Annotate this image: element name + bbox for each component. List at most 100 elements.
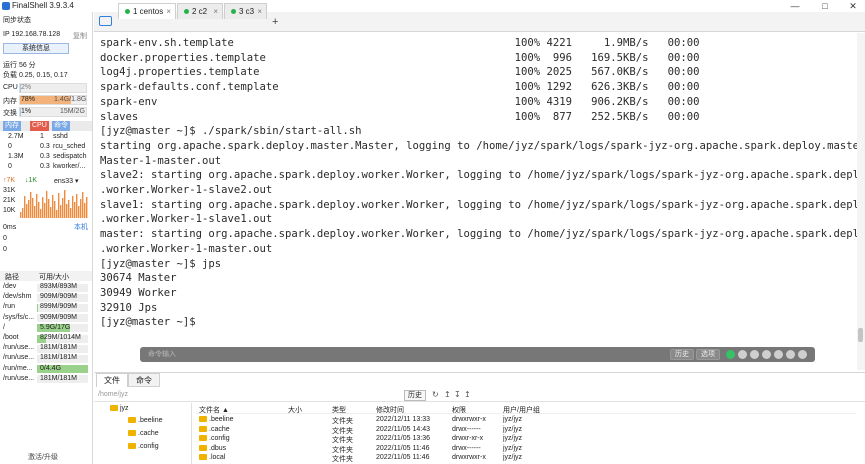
file-mtime: 2022/11/05 11:46 xyxy=(376,454,430,461)
paste-icon[interactable] xyxy=(750,350,759,359)
file-name-cell: .config xyxy=(199,435,230,442)
tab-2-c2[interactable]: 2 c2 × xyxy=(177,3,223,19)
terminal-line: docker.properties.template 100% 996 169.… xyxy=(100,51,700,64)
col-owner[interactable]: 用户/用户组 xyxy=(503,405,540,415)
up-dir-icon[interactable]: ↥ xyxy=(444,390,451,399)
path-history-button[interactable]: 历史 xyxy=(404,390,426,401)
file-type: 文件夹 xyxy=(332,456,353,463)
terminal-scrollbar[interactable] xyxy=(857,33,865,370)
process-cmd: sedispatch xyxy=(53,153,87,160)
close-tab-icon[interactable]: × xyxy=(257,4,262,19)
download-file-icon[interactable]: ↧ xyxy=(454,390,461,399)
command-history-button[interactable]: 历史 xyxy=(670,349,694,360)
file-row[interactable]: .beeline 文件夹 2022/12/11 13:33 drwxrwxr-x jyz… xyxy=(196,416,856,426)
disk-path: /boot xyxy=(3,334,19,341)
tree-item-beeline[interactable]: .beeline xyxy=(128,417,163,424)
net-interface-select[interactable]: ens33 ▾ xyxy=(54,177,79,185)
tree-item-cache[interactable]: .cache xyxy=(128,430,159,437)
directory-tree: jyz .beeline .cache .config xyxy=(94,403,192,464)
disk-header: 路径 可用/大小 xyxy=(0,271,92,281)
disk-path-header: 路径 xyxy=(5,274,19,281)
file-row[interactable]: .cache 文件夹 2022/11/05 14:43 drwx------ jyz/j… xyxy=(196,426,856,436)
proc-tab-mem[interactable]: 内存 xyxy=(3,121,21,131)
file-row[interactable]: .dbus 文件夹 2022/11/05 11:46 drwx------ jyz/jy… xyxy=(196,445,856,455)
path-bar: /home/jyz xyxy=(94,389,865,402)
col-mtime[interactable]: 修改时间 xyxy=(376,405,404,415)
add-tab-button[interactable]: + xyxy=(272,16,278,28)
close-icon[interactable]: ✕ xyxy=(838,0,865,12)
refresh-icon[interactable]: ↻ xyxy=(432,390,441,399)
minimize-icon[interactable]: — xyxy=(780,0,810,12)
net-graph-bar xyxy=(80,199,82,218)
swap-label: 交换 xyxy=(3,110,17,117)
process-cpu: 0.3 xyxy=(40,153,50,160)
disk-path: /run/use... xyxy=(3,344,35,352)
file-name: .config xyxy=(209,435,230,442)
disk-path: /dev/shm xyxy=(3,293,32,301)
net-graph-bar xyxy=(62,198,64,218)
copy-icon[interactable] xyxy=(738,350,747,359)
tab-files[interactable]: 文件 xyxy=(96,373,128,387)
tree-item-config[interactable]: .config xyxy=(128,443,159,450)
close-tab-icon[interactable]: × xyxy=(213,4,218,19)
terminal-scroll-thumb[interactable] xyxy=(858,328,863,342)
activate-upgrade-link[interactable]: 激活/升级 xyxy=(28,452,58,462)
settings-gear-icon[interactable] xyxy=(774,350,783,359)
search-icon[interactable] xyxy=(762,350,771,359)
col-type[interactable]: 类型 xyxy=(332,405,346,415)
disk-path: /run xyxy=(3,303,16,311)
disk-size: 181M/181M xyxy=(40,354,77,362)
file-owner: jyz/jyz xyxy=(503,416,523,423)
col-perm[interactable]: 权限 xyxy=(452,405,466,415)
file-row[interactable]: .local 文件夹 2022/11/05 11:46 drwxrwxr-x jyz/j… xyxy=(196,454,856,464)
disk-path: /dev xyxy=(3,283,17,290)
terminal-line: spark-env.sh.template 100% 4221 1.9MB/s … xyxy=(100,37,700,49)
file-row[interactable]: .config 文件夹 2022/11/05 13:36 drwxr-xr-x jyz/… xyxy=(196,435,856,445)
maximize-icon[interactable]: □ xyxy=(810,0,840,12)
net-graph-bar xyxy=(34,206,36,218)
load-average: 负载 0.25, 0.15, 0.17 xyxy=(3,72,68,79)
disk-path: /run/use... xyxy=(3,374,35,382)
terminal-line: master: starting org.apache.spark.deploy… xyxy=(100,228,865,241)
process-cmd: sshd xyxy=(53,133,68,140)
terminal-line: Master-1-master.out xyxy=(100,154,222,167)
process-tabs: 内存 CPU 命令 xyxy=(0,121,92,131)
system-info-button[interactable]: 系统信息 xyxy=(3,43,69,54)
disk-path: /sys/fs/c... xyxy=(3,313,35,321)
net-graph-bar xyxy=(44,203,46,218)
net-graph-bar xyxy=(66,204,68,218)
path-input[interactable]: /home/jyz xyxy=(98,391,128,398)
tab-commands[interactable]: 命令 xyxy=(128,373,160,387)
tree-label: .beeline xyxy=(138,417,163,424)
tab-1-centos[interactable]: 1 centos × xyxy=(118,3,176,19)
net-graph-bar xyxy=(30,192,32,218)
folder-icon xyxy=(128,417,136,424)
tab-3-c3[interactable]: 3 c3 × xyxy=(224,3,267,19)
disk-size: 181M/181M xyxy=(40,344,77,352)
proc-tab-cpu[interactable]: CPU xyxy=(30,121,49,131)
close-tab-icon[interactable]: × xyxy=(166,4,171,19)
tree-item-jyz[interactable]: jyz xyxy=(110,405,129,412)
net-graph-bar xyxy=(58,193,60,218)
upload-file-icon[interactable]: ↥ xyxy=(464,390,471,399)
latency-host[interactable]: 本机 xyxy=(74,222,88,232)
fullscreen-icon[interactable] xyxy=(798,350,807,359)
sync-status[interactable]: 同步状态 xyxy=(3,15,31,25)
window-title: FinalShell 3.9.3.4 xyxy=(12,1,74,10)
file-perm: drwxrwxr-x xyxy=(452,454,486,461)
proc-tab-cmd[interactable]: 命令 xyxy=(52,121,70,131)
latency-max: 0 xyxy=(3,246,7,253)
command-option-button[interactable]: 选项 xyxy=(696,349,720,360)
copy-ip-button[interactable]: 复制 xyxy=(73,31,87,41)
terminal-output[interactable]: spark-env.sh.template 100% 4221 1.9MB/s … xyxy=(94,33,865,370)
file-mtime: 2022/11/05 11:46 xyxy=(376,444,430,452)
command-input[interactable]: 命令输入 xyxy=(148,349,176,359)
file-perm: drwxrwxr-x xyxy=(452,416,486,423)
folder-icon[interactable] xyxy=(99,16,112,26)
col-size[interactable]: 大小 xyxy=(288,405,302,415)
download-icon[interactable] xyxy=(786,350,795,359)
cpu-label: CPU xyxy=(3,84,18,91)
folder-icon xyxy=(128,430,136,437)
col-name[interactable]: 文件名 ▲ xyxy=(199,405,229,415)
command-input-bar[interactable]: 命令输入 历史 选项 xyxy=(140,347,815,362)
